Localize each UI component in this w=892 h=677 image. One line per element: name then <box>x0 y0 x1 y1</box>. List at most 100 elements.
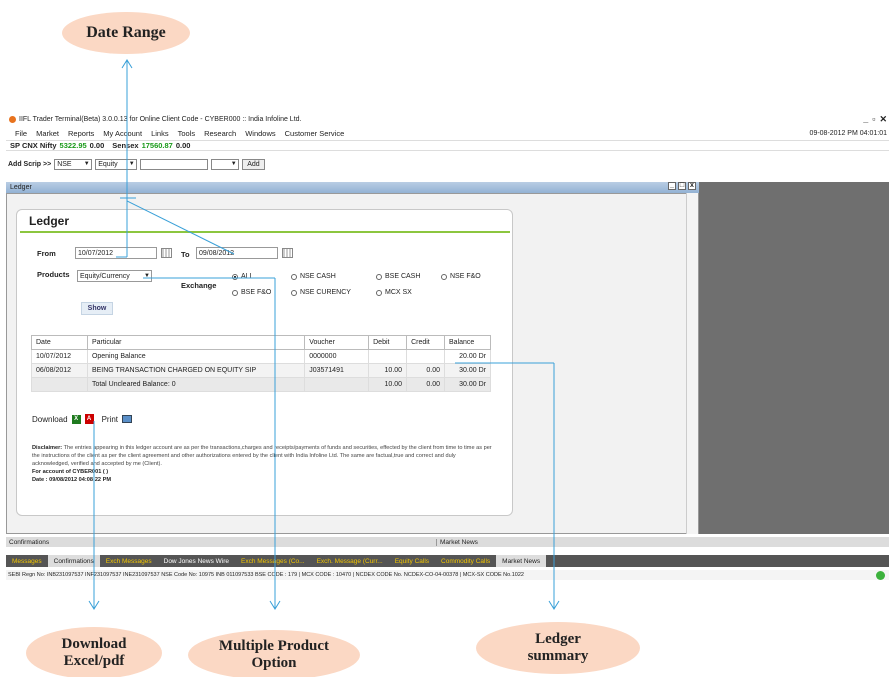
tab-exch-message-curr[interactable]: Exch. Message (Curr... <box>311 558 389 565</box>
app-logo-icon <box>9 116 16 123</box>
tab-confirmations[interactable]: Confirmations <box>47 555 100 567</box>
ledger-table: Date Particular Voucher Debit Credit Bal… <box>31 335 491 392</box>
radio-bse-cash[interactable]: BSE CASH <box>376 273 420 280</box>
minimize-icon[interactable]: _ <box>668 182 676 190</box>
close-icon[interactable]: x <box>688 182 696 190</box>
cell <box>368 349 408 364</box>
nifty-value: 5322.95 <box>59 141 87 150</box>
cell <box>304 377 370 392</box>
date-range-callout: Date Range <box>62 12 190 54</box>
from-date-input[interactable]: 10/07/2012 <box>75 247 157 259</box>
printer-icon[interactable] <box>122 415 133 423</box>
download-row: Download X A Print <box>32 414 133 424</box>
cell: 30.00 Dr <box>444 363 491 378</box>
sensex-value: 17560.87 <box>141 141 173 150</box>
disclaimer: Disclaimer: The entries appearing in thi… <box>32 444 492 484</box>
col-date: Date <box>31 335 88 350</box>
tab-exch-messages[interactable]: Exch Messages <box>100 558 158 565</box>
calendar-icon[interactable] <box>161 248 172 258</box>
col-balance: Balance <box>444 335 491 350</box>
app-title-bar: IIFL Trader Terminal(Beta) 3.0.0.13 for … <box>6 114 889 125</box>
docked-panels-header: Confirmations Market News <box>6 537 889 547</box>
cell: 0000000 <box>304 349 370 364</box>
add-scrip-label: Add Scrip >> <box>8 160 52 168</box>
tab-dow-jones[interactable]: Dow Jones News Wire <box>158 558 235 565</box>
pdf-icon[interactable]: A <box>84 414 94 424</box>
radio-nse-currency[interactable]: NSE CURENCY <box>291 289 351 296</box>
add-button[interactable]: Add <box>242 158 265 170</box>
add-scrip-bar: Add Scrip >> NSE ▼ Equity ▼ ▼ Add <box>6 157 889 171</box>
exchange-select[interactable]: NSE ▼ <box>54 158 93 170</box>
download-label: Download <box>32 414 68 424</box>
restore-icon[interactable]: ▫ <box>872 114 875 125</box>
from-label: From <box>37 249 56 258</box>
tab-equity-calls[interactable]: Equity Calls <box>389 558 435 565</box>
print-label[interactable]: Print <box>102 415 118 424</box>
products-label: Products <box>37 270 70 279</box>
col-voucher: Voucher <box>304 335 370 350</box>
cell: Opening Balance <box>86 349 306 364</box>
table-total-row: Total Uncleared Balance: 0 10.00 0.00 30… <box>31 377 491 392</box>
cell: 10.00 <box>368 377 408 392</box>
cell: 10.00 <box>368 363 408 378</box>
menu-bar: File Market Reports My Account Links Too… <box>6 127 889 139</box>
workspace-background <box>699 182 889 534</box>
cell: J03571491 <box>304 363 370 378</box>
disclaimer-title: Disclaimer: <box>32 445 63 451</box>
date-line: Date : 09/08/2012 04:08:22 PM <box>32 477 111 483</box>
menu-research[interactable]: Research <box>204 129 236 138</box>
col-debit: Debit <box>368 335 408 350</box>
radio-nse-cash[interactable]: NSE CASH <box>291 273 336 280</box>
menu-reports[interactable]: Reports <box>68 129 94 138</box>
bottom-tabs: Messages Confirmations Exch Messages Dow… <box>6 555 889 567</box>
cell: 20.00 Dr <box>444 349 491 364</box>
to-date-input[interactable]: 09/08/2012 <box>196 247 278 259</box>
title-underline <box>20 231 510 233</box>
tab-messages[interactable]: Messages <box>6 558 48 565</box>
col-particular: Particular <box>86 335 306 350</box>
sensex-label: Sensex <box>112 141 139 150</box>
download-callout: Download Excel/pdf <box>26 627 162 677</box>
table-row: 10/07/2012 Opening Balance 0000000 20.00… <box>31 349 491 364</box>
products-select[interactable]: Equity/Currency ▼ <box>77 270 152 282</box>
sebi-text: SEBI Regn No: INB231097537 INF231097537 … <box>8 572 524 578</box>
exchange-label: Exchange <box>181 281 217 290</box>
confirmations-panel-title: Confirmations <box>9 538 50 546</box>
cell: Total Uncleared Balance: 0 <box>86 377 306 392</box>
minimize-icon[interactable]: _ <box>863 114 868 125</box>
connection-status-icon <box>876 571 885 580</box>
ledger-window-title: Ledger <box>10 184 32 191</box>
close-icon[interactable]: ✕ <box>879 114 887 125</box>
ledger-window-titlebar: Ledger _ □ x <box>6 182 699 193</box>
radio-mcx-sx[interactable]: MCX SX <box>376 289 412 296</box>
radio-all[interactable]: ALL <box>232 273 253 280</box>
menu-my-account[interactable]: My Account <box>103 129 142 138</box>
cell <box>406 349 446 364</box>
menu-market[interactable]: Market <box>36 129 59 138</box>
menu-tools[interactable]: Tools <box>178 129 196 138</box>
status-bar: SEBI Regn No: INB231097537 INF231097537 … <box>6 570 889 580</box>
sensex-change: 0.00 <box>175 141 191 150</box>
symbol-input[interactable] <box>140 158 209 170</box>
tab-commodity-calls[interactable]: Commodity Calls <box>435 558 496 565</box>
radio-bse-fo[interactable]: BSE F&O <box>232 289 271 296</box>
menu-customer-service[interactable]: Customer Service <box>285 129 345 138</box>
maximize-icon[interactable]: □ <box>678 182 686 190</box>
menu-windows[interactable]: Windows <box>245 129 275 138</box>
show-button[interactable]: Show <box>81 302 113 315</box>
menu-links[interactable]: Links <box>151 129 169 138</box>
vertical-scrollbar[interactable] <box>686 193 698 534</box>
cell <box>31 377 88 392</box>
menu-file[interactable]: File <box>15 129 27 138</box>
excel-icon[interactable]: X <box>71 414 81 424</box>
cell: 06/08/2012 <box>31 363 88 378</box>
segment-select[interactable]: Equity ▼ <box>95 158 138 170</box>
tab-exch-messages-co[interactable]: Exch Messages (Co... <box>235 558 311 565</box>
radio-nse-fo[interactable]: NSE F&O <box>441 273 481 280</box>
calendar-icon[interactable] <box>282 248 293 258</box>
app-title: IIFL Trader Terminal(Beta) 3.0.0.13 for … <box>19 116 302 123</box>
cell: 10/07/2012 <box>31 349 88 364</box>
tab-market-news[interactable]: Market News <box>496 555 547 567</box>
table-row: 06/08/2012 BEING TRANSACTION CHARGED ON … <box>31 363 491 378</box>
series-select[interactable]: ▼ <box>211 158 240 170</box>
